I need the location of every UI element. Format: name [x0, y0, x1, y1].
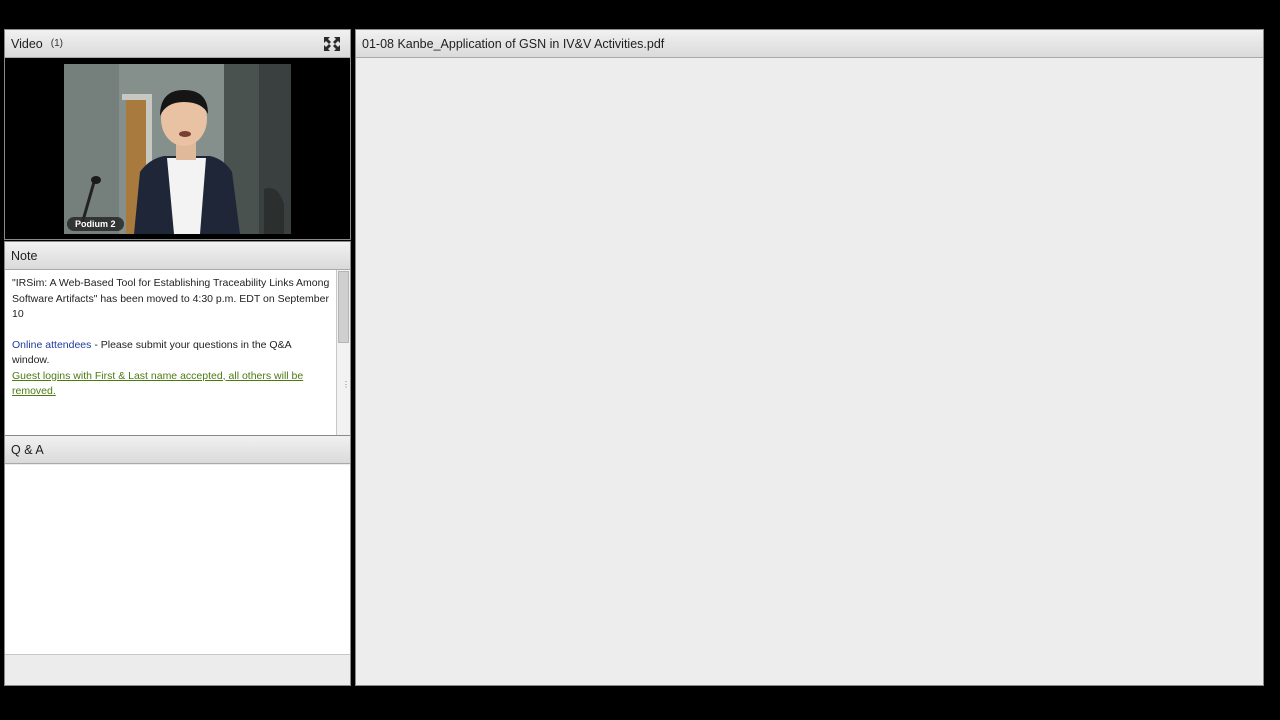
share-pod-header: 01-08 Kanbe_Application of GSN in IV&V A… — [356, 30, 1263, 58]
note-paragraph-schedule: "IRSim: A Web-Based Tool for Establishin… — [12, 277, 330, 320]
note-paragraph-instructions: Online attendees - Please submit your qu… — [12, 338, 330, 400]
note-content: "IRSim: A Web-Based Tool for Establishin… — [5, 270, 336, 435]
online-attendees-label: Online attendees — [12, 338, 92, 351]
note-pod-title: Note — [11, 248, 38, 263]
share-pod: 01-08 Kanbe_Application of GSN in IV&V A… — [355, 29, 1264, 686]
qa-pod: Q & A — [4, 435, 351, 686]
speaker-label: Podium 2 — [67, 217, 124, 231]
qa-pod-title: Q & A — [11, 442, 44, 457]
video-feed: Podium 2 — [64, 64, 291, 234]
video-scene — [64, 64, 291, 234]
note-scrollbar-thumb[interactable] — [338, 271, 349, 343]
note-pod-header: Note — [5, 242, 350, 270]
document-viewer — [356, 59, 1263, 685]
qa-message-list — [5, 465, 350, 654]
video-pod-header: Video (1) — [5, 30, 350, 58]
video-count: (1) — [50, 38, 63, 49]
video-area: Podium 2 — [5, 58, 350, 239]
scroll-grip-icon: ⋮ — [342, 380, 350, 389]
expand-arrows-icon[interactable] — [323, 36, 341, 52]
qa-pod-header: Q & A — [5, 436, 350, 464]
note-pod: Note "IRSim: A Web-Based Tool for Establ… — [4, 241, 351, 436]
guest-login-link[interactable]: Guest logins with First & Last name acce… — [12, 370, 303, 398]
video-pod-title: Video — [11, 36, 43, 51]
document-title: 01-08 Kanbe_Application of GSN in IV&V A… — [362, 36, 665, 51]
video-pod: Video (1) Podium 2 — [4, 29, 351, 240]
qa-input-area[interactable] — [5, 654, 350, 685]
note-scrollbar[interactable]: ⋮ — [336, 270, 350, 435]
